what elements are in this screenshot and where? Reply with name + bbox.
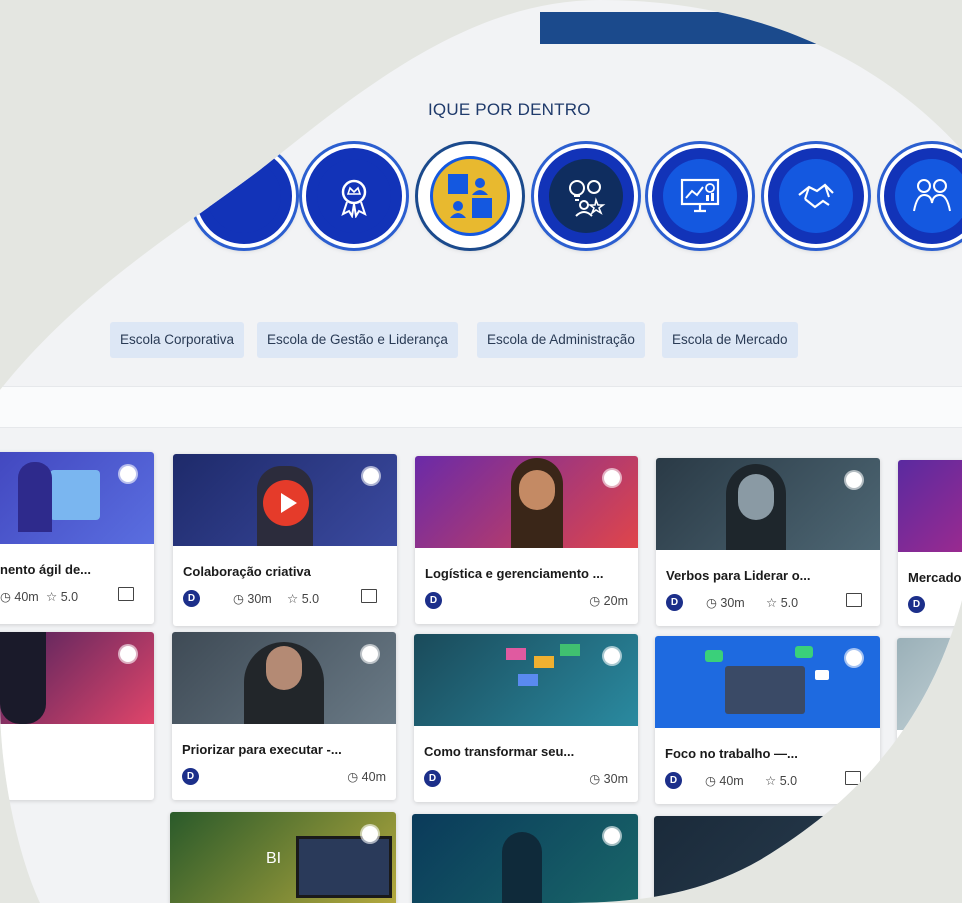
course-meta: D ◷ 30m ☆ 5.0 [183,590,387,610]
certificate-icon [120,646,136,662]
course-card[interactable]: Mercado D [898,460,962,626]
course-title: Priorizar para executar -... [182,742,342,757]
chip-escola-corporativa[interactable]: Escola Corporativa [110,322,244,358]
handshake-icon [793,173,839,219]
clock-icon: ◷ [0,590,15,604]
course-thumbnail [655,636,880,728]
comments-icon[interactable] [846,593,862,607]
course-card[interactable]: Ex F [897,638,962,804]
course-thumbnail [172,632,396,724]
course-thumbnail: BI [170,812,396,903]
course-meta: D ◷ 20m [425,592,628,612]
thumbnail-text: Ex [945,652,960,677]
course-meta: D ◷ 40m ☆ 5.0 [665,772,870,792]
course-thumbnail [173,454,397,546]
certificate-icon [604,470,620,486]
certificate-icon [846,472,862,488]
provider-logo: D [908,596,925,613]
course-title: Mercado [908,570,962,585]
team-icon [909,173,955,219]
clock-icon: ◷ [589,772,604,786]
medal-icon [332,174,376,218]
category-circle-handshake[interactable] [764,144,868,248]
course-meta: D [908,596,962,616]
star-icon: ☆ [287,592,302,606]
course-title: Foco no trabalho —... [665,746,798,761]
provider-logo: D [665,772,682,789]
course-card[interactable]: Como transformar seu... D ◷ 30m [414,634,638,802]
course-meta: D ◷ 30m [424,770,628,790]
course-thumbnail: Ex [897,638,962,730]
puzzle-people-icon [445,171,495,221]
course-card[interactable] [0,632,154,800]
provider-logo: D [666,594,683,611]
category-circle-dashboard[interactable] [648,144,752,248]
course-title: F [907,748,915,763]
category-circle-innovation[interactable] [534,144,638,248]
certificate-icon [120,466,136,482]
certificate-icon [363,468,379,484]
clock-icon: ◷ [347,770,362,784]
certificate-icon [362,646,378,662]
course-card[interactable] [412,814,638,903]
course-thumbnail [654,816,880,903]
course-meta: D ◷ 30m ☆ 5.0 [666,594,870,614]
chip-escola-administracao[interactable]: Escola de Administração [477,322,645,358]
course-title: Verbos para Liderar o... [666,568,811,583]
course-thumbnail [898,460,962,552]
course-card[interactable]: Foco no trabalho —... D ◷ 40m ☆ 5.0 [655,636,880,804]
clock-icon: ◷ [589,594,604,608]
course-meta: ◷ 40m ☆ 5.0 [0,588,144,608]
course-title: Colaboração criativa [183,564,311,579]
star-icon: ☆ [46,590,61,604]
course-card[interactable]: BI [170,812,396,903]
clock-icon: ◷ [233,592,248,606]
search-band [0,386,962,428]
course-title: Como transformar seu... [424,744,575,759]
course-card[interactable] [654,816,880,903]
clock-icon: ◷ [705,774,720,788]
certificate-icon [362,826,378,842]
course-thumbnail [414,634,638,726]
dashboard-monitor-icon [677,173,723,219]
course-thumbnail [0,632,154,724]
course-card[interactable]: Priorizar para executar -... D ◷ 40m [172,632,396,800]
certificate-icon [604,828,620,844]
course-title: Logística e gerenciamento ... [425,566,604,581]
thumbnail-text: BI [266,850,282,867]
provider-logo: D [425,592,442,609]
course-card[interactable]: Colaboração criativa D ◷ 30m ☆ 5.0 [173,454,397,626]
star-icon: ☆ [766,596,781,610]
category-circle-partial[interactable] [192,144,296,248]
provider-logo: D [183,590,200,607]
course-thumbnail [656,458,880,550]
course-thumbnail [0,452,154,544]
provider-logo: D [182,768,199,785]
star-icon: ☆ [765,774,780,788]
comments-icon[interactable] [361,589,377,603]
play-button-icon[interactable] [263,480,309,526]
top-navigation-bar [540,12,820,44]
course-card[interactable]: Verbos para Liderar o... D ◷ 30m ☆ 5.0 [656,458,880,626]
course-card[interactable]: Logística e gerenciamento ... D ◷ 20m [415,456,638,624]
course-thumbnail [415,456,638,548]
comments-icon[interactable] [845,771,861,785]
section-title: IQUE POR DENTRO [428,100,591,119]
chip-escola-gestao-lideranca[interactable]: Escola de Gestão e Liderança [257,322,458,358]
category-circle-selected[interactable] [418,144,522,248]
course-meta: D ◷ 40m [182,768,386,788]
course-title: nento ágil de... [0,562,92,577]
app-viewport: IQUE POR DENTRO Escola Corporativa Escol… [0,0,962,903]
comments-icon[interactable] [118,587,134,601]
course-card[interactable]: nento ágil de... ◷ 40m ☆ 5.0 [0,452,154,624]
category-circle-team[interactable] [880,144,962,248]
provider-logo: D [424,770,441,787]
lightbulb-gear-icon [562,172,610,220]
clock-icon: ◷ [706,596,721,610]
certificate-icon [846,650,862,666]
category-circle-medal[interactable] [302,144,406,248]
course-thumbnail [412,814,638,903]
certificate-icon [604,648,620,664]
chip-escola-mercado[interactable]: Escola de Mercado [662,322,798,358]
